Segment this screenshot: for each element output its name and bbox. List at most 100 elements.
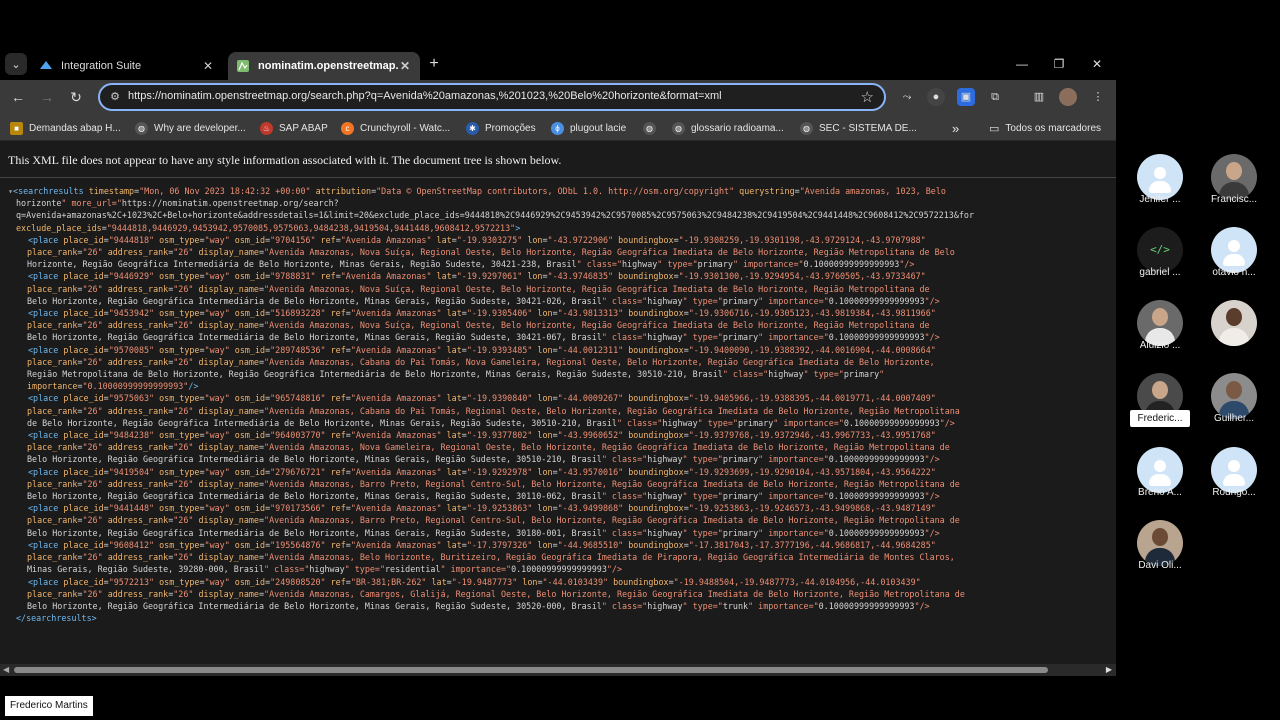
participant-tile[interactable]: </> gabriel ...: [1128, 227, 1192, 291]
menu-kebab-icon[interactable]: ⋮: [1089, 88, 1107, 106]
xml-root-open: ▾<searchresults timestamp="Mon, 06 Nov 2…: [8, 186, 946, 196]
xml-place-line: Região Metropolitana de Belo Horizonte, …: [27, 369, 885, 380]
xml-place-line: place_rank="26" address_rank="26" displa…: [27, 552, 955, 563]
scroll-right-icon[interactable]: ▶: [1106, 665, 1112, 674]
tab-integration-suite[interactable]: Integration Suite ✕: [31, 52, 223, 80]
tab-label: nominatim.openstreetmap.org: [258, 60, 398, 72]
bookmarks-bar: ■ Demandas abap H... ◍ Why are developer…: [0, 114, 1116, 141]
xml-place-line: Belo Horizonte, Região Geográfica Interm…: [27, 332, 940, 343]
bookmark-label: plugout lacie: [570, 122, 627, 134]
address-bar[interactable]: ⚙ https://nominatim.openstreetmap.org/se…: [98, 83, 886, 111]
participant-name: Frederic...: [1130, 410, 1190, 427]
bookmark-item[interactable]: ◍: [643, 120, 662, 136]
minimize-button[interactable]: —: [1012, 55, 1032, 73]
participant-tile-active[interactable]: Frederic...: [1128, 373, 1192, 437]
crunchyroll-icon: c: [341, 121, 354, 135]
bookmark-item[interactable]: ◍ SEC - SISTEMA DE...: [800, 120, 917, 136]
horizontal-scrollbar[interactable]: ◀ ▶: [0, 664, 1116, 676]
bookmark-item[interactable]: ✱ Promoções: [466, 120, 536, 136]
xml-place-line: place_rank="26" address_rank="26" displa…: [27, 283, 930, 294]
new-tab-button[interactable]: +: [425, 55, 443, 73]
close-window-button[interactable]: ✕: [1087, 55, 1107, 73]
participant-tile[interactable]: Francisc...: [1202, 154, 1266, 218]
xml-document-tree: ▾<searchresults timestamp="Mon, 06 Nov 2…: [8, 185, 1112, 624]
reload-button[interactable]: ↻: [67, 88, 85, 106]
participant-tile[interactable]: Jenifer ...: [1128, 154, 1192, 218]
tab-nominatim[interactable]: nominatim.openstreetmap.org ✕: [228, 52, 420, 80]
participant-tile[interactable]: Guilher...: [1202, 373, 1266, 437]
profile-avatar[interactable]: [1059, 88, 1077, 106]
back-button[interactable]: ←: [9, 88, 27, 106]
xml-place-line: place_rank="26" address_rank="26" displa…: [27, 515, 960, 526]
site-info-icon[interactable]: ⚙: [108, 90, 122, 104]
xml-place-line: Horizonte, Região Geográfica Intermediár…: [27, 259, 915, 270]
close-icon[interactable]: ✕: [398, 59, 412, 73]
osm-icon: [236, 59, 250, 73]
bookmark-star-icon[interactable]: ☆: [861, 88, 874, 106]
all-bookmarks-button[interactable]: ▭ Todos os marcadores: [989, 120, 1101, 136]
tab-bar: ⌄ Integration Suite ✕ nominatim.openstre…: [0, 47, 1116, 80]
arrow-left-icon: ←: [11, 89, 25, 105]
tab-search-button[interactable]: ⌄: [5, 53, 27, 75]
self-video-name-label: Frederico Martins: [5, 696, 93, 716]
extension-blue-icon[interactable]: ▣: [957, 88, 975, 106]
bookmark-item[interactable]: ■ Demandas abap H...: [10, 120, 121, 136]
reload-icon: ↻: [70, 89, 82, 105]
flame-icon: ♨: [260, 121, 273, 135]
bookmark-label: glossario radioama...: [691, 122, 784, 134]
bookmark-item[interactable]: ◍ Why are developer...: [135, 120, 246, 136]
participant-tile[interactable]: otavio h...: [1202, 227, 1266, 291]
participant-tile[interactable]: Davi Oli...: [1128, 520, 1192, 584]
address-bar-url[interactable]: https://nominatim.openstreetmap.org/sear…: [128, 90, 722, 102]
bookmark-icon: ■: [10, 121, 23, 135]
participant-tile[interactable]: Rodrigo...: [1202, 447, 1266, 511]
bookmark-label: SAP ABAP: [279, 122, 328, 134]
participant-name: Aluizio ...: [1139, 340, 1181, 351]
xml-place-line: Minas Gerais, Região Sudeste, 39280-000,…: [27, 564, 623, 575]
bookmark-label: Crunchyroll - Watc...: [360, 122, 451, 134]
side-panel-icon[interactable]: ▥: [1030, 88, 1048, 106]
meeting-stage: ⌄ Integration Suite ✕ nominatim.openstre…: [0, 0, 1280, 720]
xml-root-attr-line: q=Avenida+amazonas%2C+1023%2C+Belo+horiz…: [16, 210, 975, 221]
globe-icon: ◍: [672, 121, 685, 135]
participant-tile[interactable]: Aluizio ...: [1128, 300, 1192, 364]
bookmark-item[interactable]: ♨ SAP ABAP: [260, 120, 328, 136]
bookmark-item[interactable]: c Crunchyroll - Watc...: [341, 120, 450, 136]
avatar: [1211, 300, 1257, 346]
arrow-right-icon: →: [40, 89, 54, 105]
xml-place-line: Belo Horizonte, Região Geográfica Interm…: [27, 527, 940, 538]
participant-name: Francisc...: [1210, 194, 1258, 205]
browser-window: ⌄ Integration Suite ✕ nominatim.openstre…: [0, 47, 1116, 676]
xml-place-line: Belo Horizonte, Região Geográfica Interm…: [27, 454, 940, 465]
browser-toolbar: ← → ↻ ⚙ https://nominatim.openstreetmap.…: [0, 80, 1116, 114]
close-icon[interactable]: ✕: [201, 59, 215, 73]
xml-place-line: <place place_id="9441448" osm_type="way"…: [28, 503, 936, 514]
participant-name: Rodrigo...: [1212, 487, 1256, 498]
forward-button[interactable]: →: [38, 88, 56, 106]
xml-place-line: place_rank="26" address_rank="26" displa…: [27, 588, 965, 599]
chevron-down-icon: ⌄: [11, 58, 21, 71]
xml-root-close: </searchresults>: [16, 613, 97, 624]
xml-place-line: <place place_id="9453942" osm_type="way"…: [28, 308, 936, 319]
xml-style-notice: This XML file does not appear to have an…: [0, 141, 1116, 178]
password-icon[interactable]: ●: [927, 88, 945, 106]
participant-tile[interactable]: Breno A...: [1128, 447, 1192, 511]
participant-tile[interactable]: [1202, 300, 1266, 364]
extensions-puzzle-icon[interactable]: ⧉: [986, 88, 1004, 106]
maximize-button[interactable]: ❐: [1049, 55, 1069, 73]
bookmarks-overflow-button[interactable]: »: [952, 120, 959, 136]
participant-name: Guilher...: [1213, 413, 1255, 424]
xml-place-line: importance="0.10000999999999993"/>: [27, 381, 199, 392]
scroll-left-icon[interactable]: ◀: [3, 665, 9, 674]
translate-icon[interactable]: ⤳: [898, 88, 916, 106]
participant-name: otavio h...: [1212, 267, 1256, 278]
xml-place-line: <place place_id="9484238" osm_type="way"…: [28, 430, 936, 441]
scrollbar-thumb[interactable]: [14, 667, 1048, 673]
xml-place-line: de Belo Horizonte, Região Geográfica Int…: [27, 417, 955, 428]
promo-icon: ✱: [466, 121, 479, 135]
bookmark-item[interactable]: ◍ glossario radioama...: [672, 120, 784, 136]
all-bookmarks-label: Todos os marcadores: [1005, 122, 1102, 134]
bookmark-item[interactable]: ϕ plugout lacie: [551, 120, 626, 136]
globe-icon: ◍: [643, 121, 656, 135]
xml-place-line: Belo Horizonte, Região Geográfica Interm…: [27, 600, 930, 611]
